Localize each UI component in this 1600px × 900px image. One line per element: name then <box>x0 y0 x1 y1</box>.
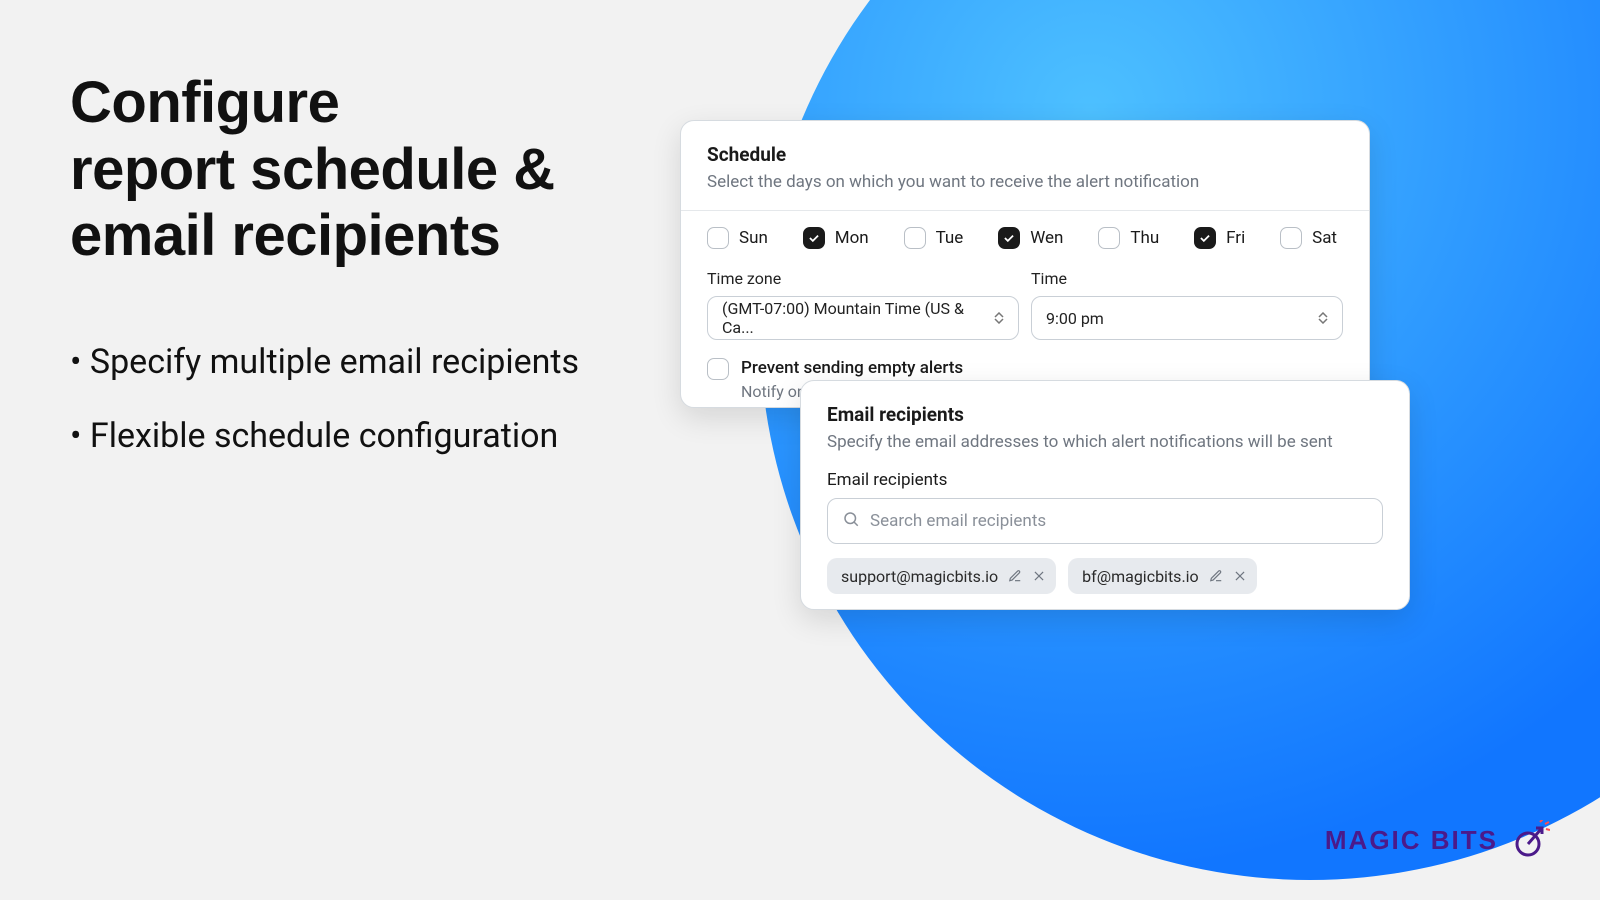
headline-line-1: Configure <box>70 70 630 137</box>
day-label: Sun <box>739 228 768 248</box>
search-placeholder: Search email recipients <box>870 511 1046 531</box>
brand-icon <box>1510 820 1550 860</box>
day-label: Tue <box>936 228 964 248</box>
email-search-input[interactable]: Search email recipients <box>827 498 1383 544</box>
time-label: Time <box>1031 269 1343 288</box>
bullet-1: • Specify multiple email recipients <box>70 340 630 384</box>
email-field-label: Email recipients <box>827 470 1383 490</box>
email-recipients-card: Email recipients Specify the email addre… <box>800 380 1410 610</box>
time-value: 9:00 pm <box>1046 309 1104 328</box>
email-card-subtitle: Specify the email addresses to which ale… <box>827 432 1383 452</box>
day-wen[interactable]: Wen <box>998 227 1063 249</box>
schedule-subtitle: Select the days on which you want to rec… <box>707 172 1343 192</box>
schedule-title: Schedule <box>707 143 1343 166</box>
hero-text: Configure report schedule & email recipi… <box>70 70 630 488</box>
day-label: Thu <box>1130 228 1159 248</box>
day-fri[interactable]: Fri <box>1194 227 1245 249</box>
checkbox-fri[interactable] <box>1194 227 1216 249</box>
day-tue[interactable]: Tue <box>904 227 964 249</box>
chip-text: bf@magicbits.io <box>1082 567 1199 586</box>
day-label: Sat <box>1312 228 1337 248</box>
email-chip[interactable]: bf@magicbits.io <box>1068 558 1257 594</box>
edit-icon[interactable] <box>1008 569 1022 583</box>
checkbox-prevent-empty[interactable] <box>707 358 729 380</box>
day-selector-row: Sun Mon Tue Wen Thu Fri <box>707 227 1343 249</box>
checkbox-tue[interactable] <box>904 227 926 249</box>
checkbox-sat[interactable] <box>1280 227 1302 249</box>
brand-name: MAGIC BITS <box>1325 825 1498 856</box>
divider <box>681 210 1369 211</box>
timezone-label: Time zone <box>707 269 1019 288</box>
day-sat[interactable]: Sat <box>1280 227 1337 249</box>
select-stepper-icon <box>994 312 1004 324</box>
headline-line-3: email recipients <box>70 203 630 270</box>
day-thu[interactable]: Thu <box>1098 227 1159 249</box>
chip-text: support@magicbits.io <box>841 567 998 586</box>
checkbox-sun[interactable] <box>707 227 729 249</box>
day-sun[interactable]: Sun <box>707 227 768 249</box>
checkbox-mon[interactable] <box>803 227 825 249</box>
timezone-value: (GMT-07:00) Mountain Time (US & Ca... <box>722 299 994 337</box>
select-stepper-icon <box>1318 312 1328 324</box>
email-card-title: Email recipients <box>827 403 1383 426</box>
search-icon <box>842 510 860 533</box>
timezone-select[interactable]: (GMT-07:00) Mountain Time (US & Ca... <box>707 296 1019 340</box>
checkbox-wen[interactable] <box>998 227 1020 249</box>
day-label: Fri <box>1226 228 1245 248</box>
prevent-empty-title: Prevent sending empty alerts <box>741 358 1122 378</box>
schedule-card: Schedule Select the days on which you wa… <box>680 120 1370 408</box>
edit-icon[interactable] <box>1209 569 1223 583</box>
brand-logo-text: MAGIC BITS <box>1325 820 1550 860</box>
email-chip[interactable]: support@magicbits.io <box>827 558 1056 594</box>
close-icon[interactable] <box>1233 569 1247 583</box>
time-select[interactable]: 9:00 pm <box>1031 296 1343 340</box>
day-label: Wen <box>1030 228 1063 248</box>
bullet-2: • Flexible schedule configuration <box>70 414 630 458</box>
day-label: Mon <box>835 228 869 248</box>
day-mon[interactable]: Mon <box>803 227 869 249</box>
close-icon[interactable] <box>1032 569 1046 583</box>
headline-line-2: report schedule & <box>70 137 630 204</box>
checkbox-thu[interactable] <box>1098 227 1120 249</box>
